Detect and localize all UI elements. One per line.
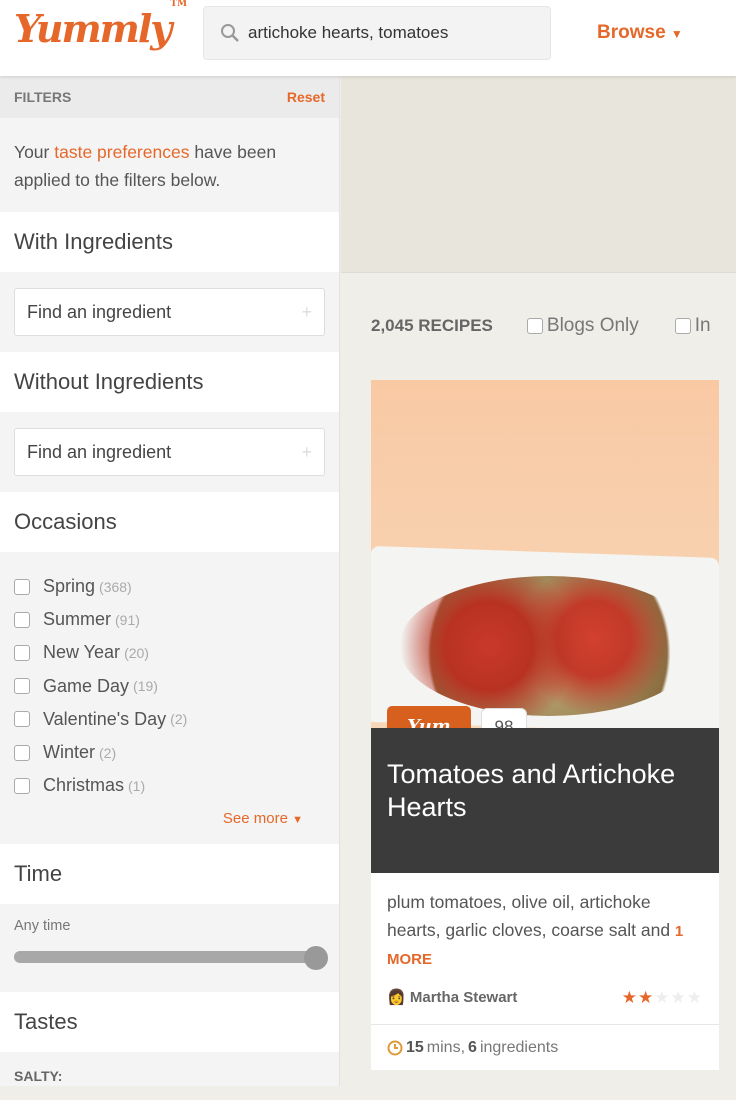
author-avatar-icon: 👩 [387,988,410,1006]
with-ingredient-input[interactable]: Find an ingredient + [14,288,325,336]
count: (19) [133,678,158,695]
source-name: Martha Stewart [409,988,518,1006]
blogs-only-option[interactable]: Blogs Only [526,315,639,337]
label: New Year [43,642,121,663]
checkbox[interactable] [14,611,30,628]
plus-icon[interactable]: + [301,442,312,463]
search-input[interactable] [248,23,538,43]
occasion-item[interactable]: Valentine's Day (2) [14,703,325,736]
count: (91) [115,611,140,628]
occasion-item[interactable]: Spring (368) [14,570,325,603]
filters-bar: FILTERS Reset [0,76,339,118]
without-ingredient-input[interactable]: Find an ingredient + [14,428,325,476]
star-icon: ★ [654,987,671,1007]
placeholder: Find an ingredient [27,441,172,462]
clock-icon [387,1040,403,1055]
label: Blogs Only [546,315,639,336]
reset-button[interactable]: Reset [287,89,325,105]
occasion-list: Spring (368) Summer (91) New Year (20) Game… [0,552,339,844]
count: (1) [128,777,146,794]
browse-menu[interactable]: Browse ▼ [597,22,683,44]
recipe-card[interactable]: Yum 98 Tomatoes and Artichoke Hearts plu… [371,380,719,1070]
placeholder: Find an ingredient [27,301,172,322]
with-ingredients-heading[interactable]: With Ingredients [0,212,339,272]
label: Winter [43,742,96,763]
search-box[interactable] [203,6,551,60]
see-more-label: See more [222,810,288,828]
star-icon: ★ [686,987,703,1007]
occasion-item[interactable]: Summer (91) [14,603,325,636]
star-icon: ★ [621,987,638,1007]
occasion-item[interactable]: Christmas (1) [14,769,325,802]
label: Valentine's Day [43,708,167,729]
header: YummlyTM Browse ▼ [0,0,736,76]
occasion-item[interactable]: Game Day (19) [14,670,325,703]
yum-button[interactable]: Yum [387,706,471,728]
occasion-item[interactable]: New Year (20) [14,636,325,669]
count: (2) [170,711,188,728]
browse-label: Browse [597,22,666,43]
slider-handle[interactable] [304,946,328,970]
checkbox[interactable] [14,578,30,595]
checkbox[interactable] [14,644,30,661]
occasions-heading[interactable]: Occasions [0,492,339,552]
checkbox[interactable] [14,711,30,728]
see-more-link[interactable]: See more ▼ [14,810,325,827]
star-icon: ★ [670,987,687,1007]
label: Christmas [43,775,125,796]
filters-sidebar: FILTERS Reset Your taste preferences have… [0,76,340,1086]
time-slider[interactable] [14,946,328,970]
recipe-count: 2,045 RECIPES [371,316,493,335]
time-heading[interactable]: Time [0,844,339,904]
label: Spring [43,576,96,597]
food [399,576,699,716]
count: (368) [99,578,132,595]
occasion-item[interactable]: Winter (2) [14,736,325,769]
recipe-title[interactable]: Tomatoes and Artichoke Hearts [371,728,719,873]
checkbox[interactable] [14,678,30,695]
ingredient-count: 6 [468,1038,477,1056]
checkbox[interactable] [14,744,30,761]
count: (2) [99,744,117,761]
checkbox[interactable] [526,318,543,334]
other-option[interactable]: In [674,315,711,337]
time-value: Any time [14,918,71,934]
star-icon: ★ [638,987,655,1007]
salty-label: SALTY: [14,1068,63,1084]
count: (20) [124,644,149,661]
plus-icon[interactable]: + [301,302,312,323]
time-value: 15 [406,1038,424,1056]
ingredient-unit: ingredients [479,1038,559,1056]
caret-down-icon: ▼ [292,814,303,827]
taste-preferences-link[interactable]: taste preferences [54,142,189,162]
logo-text: Yummly [14,6,172,51]
recipe-meta: 15 mins, 6 ingredients [371,1024,719,1070]
checkbox[interactable] [14,777,30,794]
tastes-heading[interactable]: Tastes [0,992,339,1052]
source[interactable]: 👩 Martha Stewart [387,984,517,1012]
results-bar: 2,045 RECIPES Blogs Only In [371,315,736,337]
trademark: TM [170,0,188,10]
label: In [694,315,711,336]
yum-score: 98 [481,708,527,728]
star-rating: ★★★★★ [622,984,703,1012]
caret-down-icon: ▼ [670,27,683,41]
filters-label: FILTERS [14,89,72,105]
checkbox[interactable] [674,318,691,334]
ingredient-list: plum tomatoes, olive oil, artichoke hear… [387,892,675,940]
yummly-logo[interactable]: YummlyTM [14,0,187,51]
taste-note: Your taste preferences have been applied… [0,118,339,212]
recipe-image[interactable]: Yum 98 [371,380,719,728]
taste-text: Your [14,142,55,162]
without-ingredients-heading[interactable]: Without Ingredients [0,352,339,412]
search-icon [221,24,239,42]
label: Game Day [43,675,130,696]
time-filter: Any time [0,904,339,992]
recipe-details: plum tomatoes, olive oil, artichoke hear… [371,873,719,1012]
time-unit: mins, [426,1038,466,1056]
banner-area [341,76,736,273]
label: Summer [43,609,112,630]
